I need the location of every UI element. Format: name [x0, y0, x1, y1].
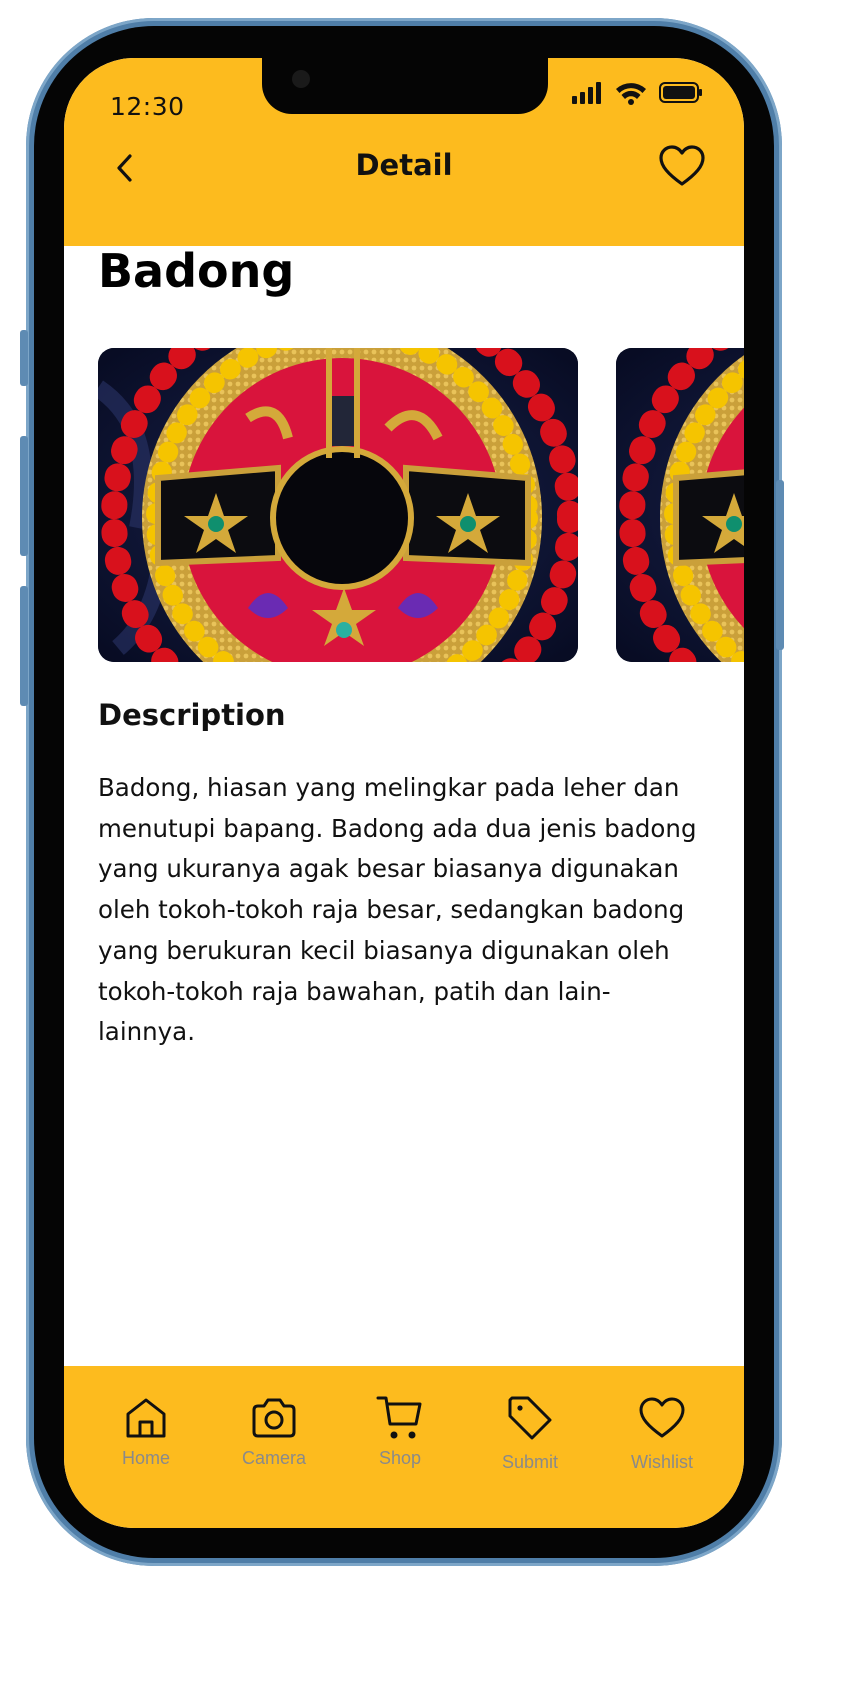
screen: 12:30 Detail Badong Description Badong, …	[64, 58, 744, 1528]
favorite-button[interactable]	[658, 144, 706, 188]
bottom-tab-bar: Home Camera Shop Submit Wishlist	[64, 1366, 744, 1528]
tab-submit-label: Submit	[501, 1452, 559, 1472]
heart-icon	[639, 1397, 685, 1438]
front-camera	[292, 70, 310, 88]
status-time: 12:30	[110, 92, 185, 121]
tab-wishlist-label: Wishlist	[631, 1452, 693, 1472]
tab-shop-label: Shop	[378, 1448, 422, 1468]
home-icon	[126, 1398, 166, 1438]
item-title: Badong	[98, 244, 295, 298]
volume-down-button	[20, 586, 28, 706]
mute-switch	[20, 330, 28, 386]
app-header: 12:30 Detail	[64, 58, 744, 246]
gallery-image[interactable]	[98, 348, 578, 662]
status-icons	[572, 82, 702, 105]
tab-home[interactable]: Home	[86, 1394, 206, 1494]
tab-submit[interactable]: Submit	[470, 1394, 590, 1494]
power-button	[776, 480, 784, 650]
battery-icon	[659, 82, 702, 103]
image-gallery[interactable]	[98, 348, 744, 664]
tab-wishlist[interactable]: Wishlist	[602, 1394, 722, 1494]
description-heading: Description	[98, 698, 286, 732]
tab-shop[interactable]: Shop	[340, 1394, 460, 1494]
notch	[262, 58, 548, 114]
page-header-title: Detail	[355, 148, 453, 182]
tag-icon	[508, 1396, 552, 1440]
cart-icon	[376, 1396, 422, 1439]
gallery-image[interactable]	[616, 348, 744, 662]
volume-up-button	[20, 436, 28, 556]
tab-camera-label: Camera	[241, 1448, 307, 1468]
description-text: Badong, hiasan yang melingkar pada leher…	[98, 773, 697, 1047]
heart-icon	[659, 145, 705, 186]
tab-home-label: Home	[121, 1448, 170, 1468]
wifi-icon	[616, 83, 646, 105]
signal-icon	[572, 82, 601, 104]
camera-icon	[252, 1398, 296, 1438]
tab-camera[interactable]: Camera	[214, 1394, 334, 1494]
